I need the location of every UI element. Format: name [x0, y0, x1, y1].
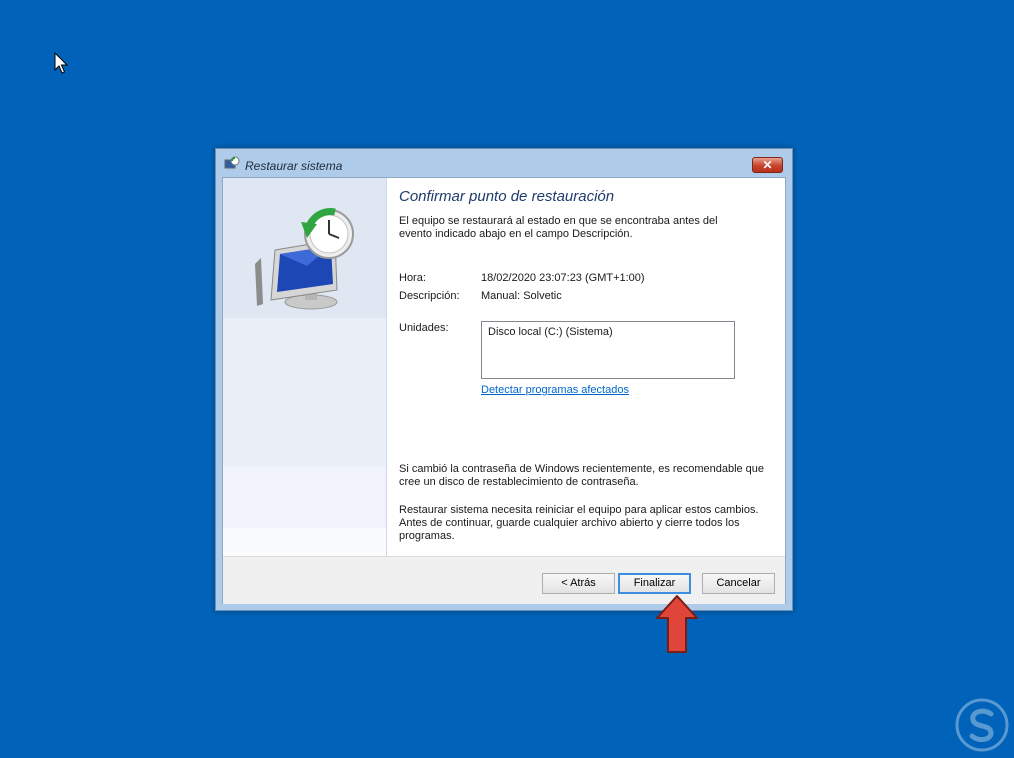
intro-text: El equipo se restaurará al estado en que…: [399, 215, 718, 240]
time-value: 18/02/2020 23:07:23 (GMT+1:00): [481, 272, 645, 284]
red-arrow-up-icon: [656, 595, 698, 653]
detect-affected-programs-link[interactable]: Detectar programas afectados: [481, 384, 629, 396]
dialog-client-area: Confirmar punto de restauración El equip…: [222, 177, 786, 604]
description-value: Manual: Solvetic: [481, 290, 562, 302]
restart-note: Restaurar sistema necesita reiniciar el …: [399, 504, 759, 542]
button-bar: < Atrás Finalizar Cancelar: [223, 556, 785, 604]
drives-list[interactable]: Disco local (C:) (Sistema): [481, 321, 735, 379]
description-label: Descripción:: [399, 290, 460, 302]
time-label: Hora:: [399, 272, 426, 284]
drives-list-item[interactable]: Disco local (C:) (Sistema): [488, 326, 613, 338]
back-button[interactable]: < Atrás: [542, 573, 615, 594]
sidebar-band: [223, 528, 386, 556]
drives-label: Unidades:: [399, 322, 449, 334]
close-button[interactable]: ✕: [752, 157, 783, 173]
title-bar[interactable]: Restaurar sistema ✕: [216, 149, 792, 177]
window-title: Restaurar sistema: [245, 159, 343, 173]
page-title: Confirmar punto de restauración: [399, 188, 615, 205]
password-note: Si cambió la contraseña de Windows recie…: [399, 463, 765, 488]
sidebar-panel: [223, 178, 387, 556]
restore-dialog: Restaurar sistema ✕ Confirmar punto de r…: [215, 148, 793, 611]
system-restore-icon: [224, 156, 240, 169]
restore-computer-illustration: [255, 208, 354, 310]
mouse-cursor-icon: [54, 52, 68, 74]
main-content: Confirmar punto de restauración El equip…: [387, 178, 785, 556]
cancel-button[interactable]: Cancelar: [702, 573, 775, 594]
finish-button[interactable]: Finalizar: [618, 573, 691, 594]
watermark-logo: [955, 698, 1009, 752]
sidebar-band: [223, 466, 386, 528]
